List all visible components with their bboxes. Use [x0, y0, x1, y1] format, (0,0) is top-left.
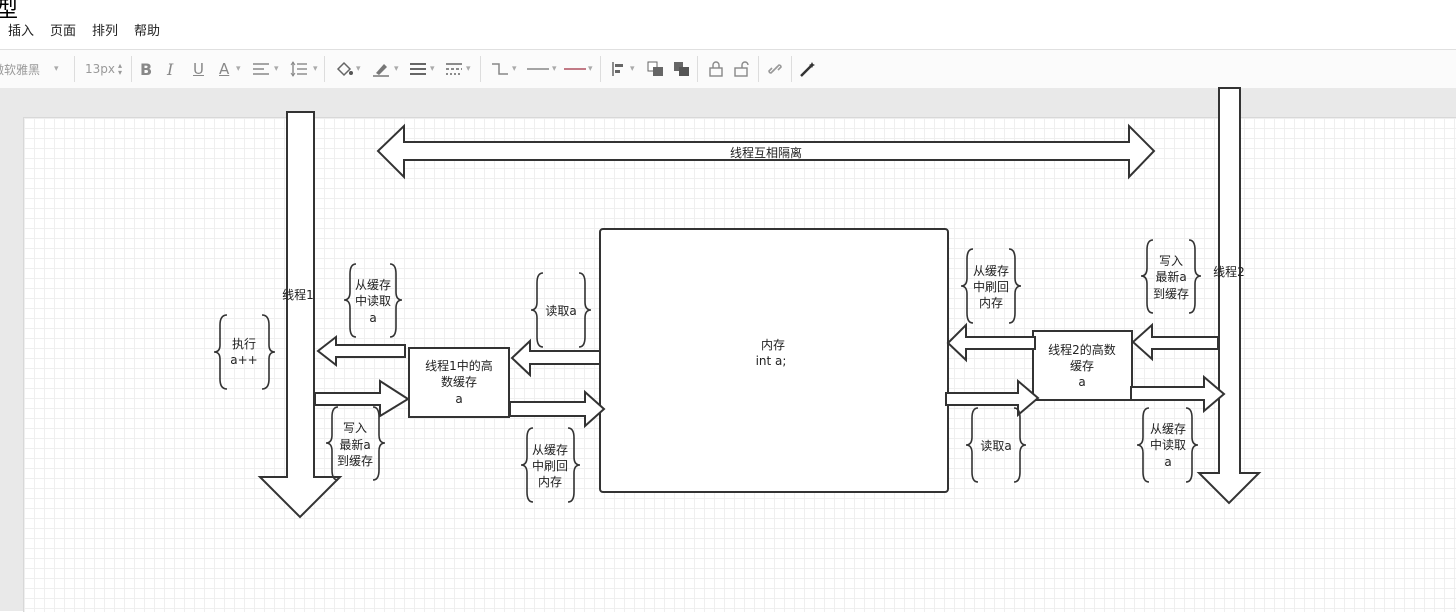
- thread2-arrow[interactable]: [1196, 87, 1262, 505]
- t1-read-cache-label-2: 中读取: [355, 293, 391, 308]
- flush-right-label-3: 内存: [979, 296, 1003, 310]
- thread1-arrow[interactable]: [257, 111, 343, 519]
- memory-label-1: 内存: [761, 338, 785, 352]
- t2-write-cache-label-3: 到缓存: [1153, 287, 1189, 301]
- cache2-label-3: a: [1078, 375, 1085, 389]
- flush-right-label-2: 中刷回: [973, 279, 1009, 294]
- flush-left-label-1: 从缓存: [532, 443, 568, 457]
- exec-brace: [213, 314, 276, 390]
- t2-write-cache-label-2: 最新a: [1155, 269, 1186, 284]
- t1-read-cache-label-1: 从缓存: [355, 278, 391, 292]
- thread2-to-cache2-arrow[interactable]: [1131, 322, 1219, 362]
- exec-label-2: a++: [230, 353, 257, 367]
- thread1-to-cache1-arrow[interactable]: [314, 379, 410, 418]
- t1-write-cache-label-1: 写入: [343, 421, 367, 435]
- flush-left-label-2: 中刷回: [532, 458, 568, 473]
- cache1-label-2: 数缓存: [441, 374, 477, 389]
- cache2-to-thread2-arrow[interactable]: [1130, 374, 1226, 414]
- thread1-label: 线程1: [282, 287, 314, 302]
- memory-label-2: int a;: [756, 354, 787, 368]
- cache2-label-1: 线程2的高数: [1048, 342, 1116, 357]
- read-a-right-label: 读取a: [980, 439, 1011, 453]
- cache2-to-memory-arrow[interactable]: [946, 322, 1036, 363]
- flush-left-label-3: 内存: [538, 475, 562, 489]
- t1-write-cache-label-2: 最新a: [339, 437, 370, 452]
- cache2-label-2: 缓存: [1070, 359, 1094, 373]
- t2-read-cache-label-3: a: [1164, 455, 1171, 469]
- cache1-label-3: a: [455, 392, 462, 406]
- t2-read-cache-label-2: 中读取: [1150, 437, 1186, 452]
- t2-read-cache-label-1: 从缓存: [1150, 422, 1186, 436]
- read-a-left-label: 读取a: [545, 304, 576, 318]
- cache1-to-memory-arrow[interactable]: [509, 389, 606, 429]
- flush-right-label-1: 从缓存: [973, 264, 1009, 278]
- exec-label-1: 执行: [232, 337, 256, 351]
- memory-to-cache2-arrow[interactable]: [945, 378, 1040, 418]
- diagram-svg: 线程互相隔离 线程1 线程2 内存 int a; 线程1中的高 数缓存 a 线程…: [213, 87, 1262, 519]
- t1-write-cache-label-3: 到缓存: [337, 454, 373, 468]
- memory-to-cache1-arrow[interactable]: [510, 338, 601, 378]
- t1-read-cache-label-3: a: [369, 311, 376, 325]
- cache1-label-1: 线程1中的高: [425, 358, 493, 373]
- isolation-label: 线程互相隔离: [730, 145, 802, 160]
- t2-write-cache-label-1: 写入: [1159, 254, 1183, 268]
- thread2-label: 线程2: [1213, 264, 1245, 279]
- cache1-to-thread1-arrow[interactable]: [316, 334, 406, 368]
